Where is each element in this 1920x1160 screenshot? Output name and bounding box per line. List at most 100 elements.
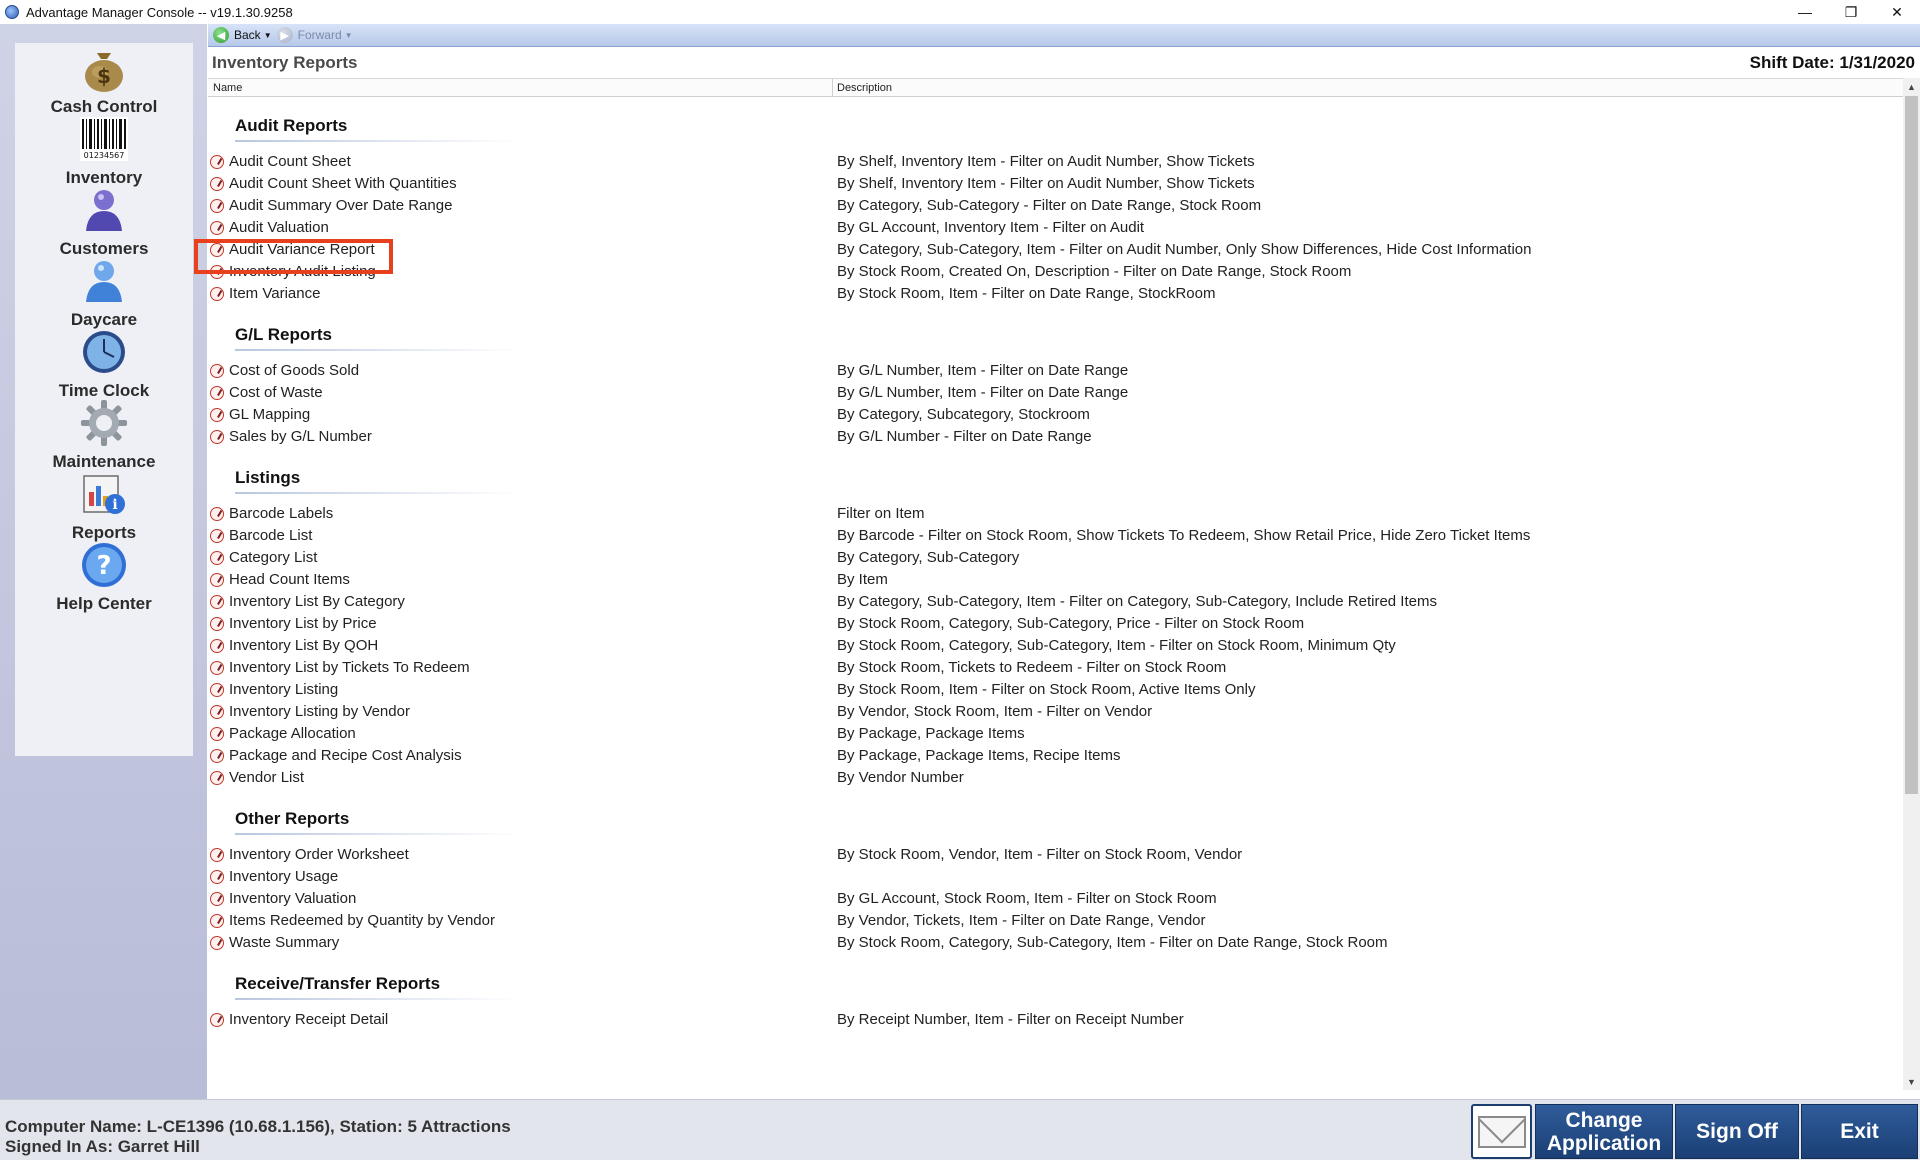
- report-name[interactable]: Package and Recipe Cost Analysis: [229, 747, 462, 764]
- report-row[interactable]: Sales by G/L Number By G/L Number - Filte…: [208, 426, 1903, 448]
- main-content: Inventory Reports Shift Date: 1/31/2020 …: [208, 48, 1920, 1099]
- report-name[interactable]: Barcode List: [229, 527, 312, 544]
- report-description: By G/L Number, Item - Filter on Date Ran…: [837, 362, 1129, 379]
- report-name[interactable]: Inventory Valuation: [229, 890, 356, 907]
- sign-off-button[interactable]: Sign Off: [1675, 1104, 1799, 1159]
- report-row[interactable]: Package Allocation By Package, Package It…: [208, 723, 1903, 745]
- svg-text:01234567: 01234567: [84, 151, 125, 160]
- report-description: By Stock Room, Category, Sub-Category, P…: [837, 615, 1305, 632]
- back-arrow-icon: ◀: [213, 27, 229, 43]
- report-icon: [210, 221, 224, 235]
- report-description: By Category, Subcategory, Stockroom: [837, 406, 1090, 423]
- exit-button[interactable]: Exit: [1801, 1104, 1918, 1159]
- report-row[interactable]: Audit Summary Over Date Range By Category…: [208, 195, 1903, 217]
- report-row[interactable]: Inventory List By QOH By Stock Room, Cate…: [208, 635, 1903, 657]
- report-name[interactable]: Audit Variance Report: [229, 241, 375, 258]
- report-name[interactable]: Item Variance: [229, 285, 320, 302]
- report-name[interactable]: Cost of Waste: [229, 384, 323, 401]
- report-row[interactable]: Inventory List by Tickets To Redeem By St…: [208, 657, 1903, 679]
- report-name[interactable]: Items Redeemed by Quantity by Vendor: [229, 912, 495, 929]
- close-button[interactable]: ✕: [1874, 0, 1920, 24]
- report-row[interactable]: GL Mapping By Category, Subcategory, Stoc…: [208, 404, 1903, 426]
- report-name[interactable]: Category List: [229, 549, 317, 566]
- restore-button[interactable]: ❐: [1828, 0, 1874, 24]
- report-name[interactable]: Head Count Items: [229, 571, 350, 588]
- section-title: Audit Reports: [235, 116, 348, 135]
- report-name[interactable]: Inventory List By QOH: [229, 637, 378, 654]
- report-name[interactable]: Cost of Goods Sold: [229, 362, 359, 379]
- report-name[interactable]: GL Mapping: [229, 406, 310, 423]
- section-divider: [235, 833, 520, 835]
- sidebar-item-help-center[interactable]: ? Help Center: [15, 540, 193, 627]
- report-name[interactable]: Audit Count Sheet With Quantities: [229, 175, 457, 192]
- mail-button[interactable]: [1471, 1104, 1532, 1159]
- report-row[interactable]: Head Count Items By Item: [208, 569, 1903, 591]
- change-application-button[interactable]: Change Application: [1535, 1104, 1673, 1159]
- scrollbar-thumb[interactable]: [1905, 96, 1918, 794]
- report-icon: [210, 243, 224, 257]
- report-row[interactable]: Inventory Usage: [208, 866, 1903, 888]
- report-description: Filter on Item: [837, 505, 925, 522]
- report-icon: [210, 705, 224, 719]
- report-icon: [210, 749, 224, 763]
- report-icon: [210, 639, 224, 653]
- report-name[interactable]: Audit Count Sheet: [229, 153, 351, 170]
- report-row[interactable]: Items Redeemed by Quantity by Vendor By V…: [208, 910, 1903, 932]
- report-name[interactable]: Inventory List By Category: [229, 593, 405, 610]
- report-row[interactable]: Vendor List By Vendor Number: [208, 767, 1903, 789]
- report-row[interactable]: Package and Recipe Cost Analysis By Packa…: [208, 745, 1903, 767]
- report-name[interactable]: Package Allocation: [229, 725, 356, 742]
- report-name[interactable]: Vendor List: [229, 769, 304, 786]
- vertical-scrollbar[interactable]: ▲ ▼: [1903, 78, 1920, 1090]
- report-icon: [210, 848, 224, 862]
- report-row[interactable]: Waste Summary By Stock Room, Category, Su…: [208, 932, 1903, 954]
- report-name[interactable]: Inventory Order Worksheet: [229, 846, 409, 863]
- report-name[interactable]: Inventory List by Price: [229, 615, 377, 632]
- report-name[interactable]: Audit Summary Over Date Range: [229, 197, 452, 214]
- report-row[interactable]: Audit Valuation By GL Account, Inventory …: [208, 217, 1903, 239]
- report-row[interactable]: Barcode Labels Filter on Item: [208, 503, 1903, 525]
- scroll-up-icon[interactable]: ▲: [1903, 78, 1920, 95]
- report-row[interactable]: Audit Count Sheet By Shelf, Inventory Ite…: [208, 151, 1903, 173]
- report-name[interactable]: Inventory Usage: [229, 868, 338, 885]
- report-name[interactable]: Inventory Receipt Detail: [229, 1011, 388, 1028]
- svg-text:i: i: [112, 497, 117, 513]
- report-icon: [210, 936, 224, 950]
- report-icon: [210, 287, 224, 301]
- report-row[interactable]: Inventory List By Category By Category, S…: [208, 591, 1903, 613]
- report-name[interactable]: Inventory Listing by Vendor: [229, 703, 410, 720]
- report-name[interactable]: Sales by G/L Number: [229, 428, 372, 445]
- back-button[interactable]: ◀ Back ▼: [213, 25, 272, 45]
- report-name[interactable]: Waste Summary: [229, 934, 339, 951]
- column-divider[interactable]: [832, 79, 833, 97]
- minimize-button[interactable]: —: [1782, 0, 1828, 24]
- computer-name-text: Computer Name: L-CE1396 (10.68.1.156), S…: [5, 1117, 511, 1136]
- report-name[interactable]: Inventory Listing: [229, 681, 338, 698]
- report-row[interactable]: Inventory List by Price By Stock Room, Ca…: [208, 613, 1903, 635]
- column-header-description[interactable]: Description: [837, 82, 892, 94]
- report-row[interactable]: Audit Variance Report By Category, Sub-Ca…: [208, 239, 1903, 261]
- report-name[interactable]: Audit Valuation: [229, 219, 329, 236]
- report-name[interactable]: Barcode Labels: [229, 505, 333, 522]
- report-row[interactable]: Inventory Receipt Detail By Receipt Numbe…: [208, 1009, 1903, 1031]
- report-row[interactable]: Inventory Listing By Stock Room, Item - F…: [208, 679, 1903, 701]
- report-description: By GL Account, Inventory Item - Filter o…: [837, 219, 1145, 236]
- report-row[interactable]: Cost of Goods Sold By G/L Number, Item - …: [208, 360, 1903, 382]
- report-row[interactable]: Item Variance By Stock Room, Item - Filte…: [208, 283, 1903, 305]
- report-name[interactable]: Inventory Audit Listing: [229, 263, 376, 280]
- report-row[interactable]: Category List By Category, Sub-Category: [208, 547, 1903, 569]
- forward-button[interactable]: ▶ Forward ▼: [276, 25, 353, 45]
- report-row[interactable]: Inventory Valuation By GL Account, Stock …: [208, 888, 1903, 910]
- column-header-name[interactable]: Name: [213, 82, 242, 94]
- scroll-down-icon[interactable]: ▼: [1903, 1073, 1920, 1090]
- report-row[interactable]: Inventory Order Worksheet By Stock Room, …: [208, 844, 1903, 866]
- report-description: By G/L Number, Item - Filter on Date Ran…: [837, 384, 1129, 401]
- report-row[interactable]: Audit Count Sheet With Quantities By Shel…: [208, 173, 1903, 195]
- report-row[interactable]: Inventory Listing by Vendor By Vendor, St…: [208, 701, 1903, 723]
- report-row[interactable]: Barcode List By Barcode - Filter on Stock…: [208, 525, 1903, 547]
- daycare-person-icon: [79, 256, 129, 306]
- report-icon: [210, 551, 224, 565]
- report-name[interactable]: Inventory List by Tickets To Redeem: [229, 659, 470, 676]
- report-row[interactable]: Cost of Waste By G/L Number, Item - Filte…: [208, 382, 1903, 404]
- report-row[interactable]: Inventory Audit Listing By Stock Room, Cr…: [208, 261, 1903, 283]
